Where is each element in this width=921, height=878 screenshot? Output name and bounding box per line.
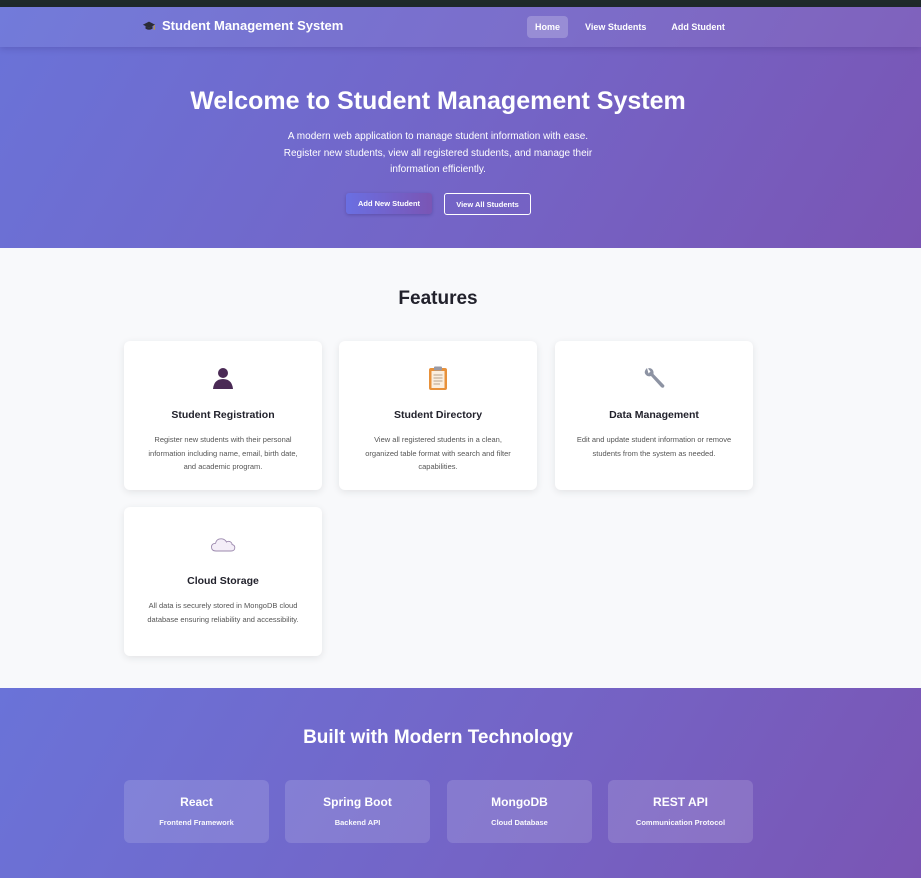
- tech-name: REST API: [653, 795, 708, 809]
- nav-view-students-link[interactable]: View Students: [577, 16, 654, 38]
- feature-title: Student Registration: [171, 409, 275, 421]
- browser-top-strip: [0, 0, 921, 7]
- graduation-cap-icon: [142, 21, 156, 30]
- feature-text: Register new students with their persona…: [148, 435, 298, 471]
- tech-card-react: React Frontend Framework: [124, 780, 269, 843]
- tech-description: Frontend Framework: [159, 818, 234, 827]
- person-silhouette-icon: [213, 368, 233, 389]
- feature-title: Data Management: [609, 409, 699, 421]
- brand[interactable]: Student Management System: [142, 18, 343, 33]
- feature-title: Cloud Storage: [187, 575, 259, 587]
- view-all-students-button[interactable]: View All Students: [444, 193, 531, 215]
- feature-card-data-management: Data Management Edit and update student …: [555, 341, 753, 490]
- add-new-student-button[interactable]: Add New Student: [346, 193, 432, 214]
- tech-name: React: [180, 795, 213, 809]
- cloud-icon: [211, 538, 236, 552]
- tech-name: Spring Boot: [323, 795, 392, 809]
- wrench-icon: [644, 368, 665, 388]
- feature-title: Student Directory: [393, 409, 483, 421]
- feature-text: View all registered students in a clean,…: [365, 435, 511, 471]
- nav-links: Home View Students Add Student: [527, 16, 742, 38]
- nav-add-student-link[interactable]: Add Student: [663, 16, 733, 38]
- feature-text: Edit and update student information or r…: [576, 435, 732, 458]
- tech-card-spring-boot: Spring Boot Backend API: [285, 780, 430, 843]
- tech-name: MongoDB: [491, 795, 548, 809]
- tech-description: Communication Protocol: [635, 818, 726, 827]
- technology-section: Built with Modern Technology React Front…: [0, 688, 921, 878]
- hero-title: Welcome to Student Management System: [190, 87, 686, 115]
- tech-card-mongodb: MongoDB Cloud Database: [447, 780, 592, 843]
- nav-home-link[interactable]: Home: [527, 16, 569, 38]
- brand-title: Student Management System: [162, 18, 344, 33]
- tech-description: Cloud Database: [491, 818, 548, 827]
- tech-description: Backend API: [334, 818, 381, 827]
- hero-description: A modern web application to manage stude…: [283, 131, 593, 175]
- feature-card-registration: Student Registration Register new studen…: [124, 341, 322, 490]
- feature-card-directory: Student Directory View all registered st…: [339, 341, 537, 490]
- feature-card-cloud-storage: Cloud Storage All data is securely store…: [124, 507, 322, 656]
- technology-heading: Built with Modern Technology: [303, 727, 573, 748]
- feature-text: All data is securely stored in MongoDB c…: [147, 601, 299, 624]
- tech-card-rest-api: REST API Communication Protocol: [608, 780, 753, 843]
- navbar: Student Management System Home View Stud…: [0, 7, 921, 47]
- hero-section: Student Management System Home View Stud…: [0, 7, 921, 248]
- features-heading: Features: [398, 288, 478, 309]
- clipboard-icon: [429, 366, 447, 390]
